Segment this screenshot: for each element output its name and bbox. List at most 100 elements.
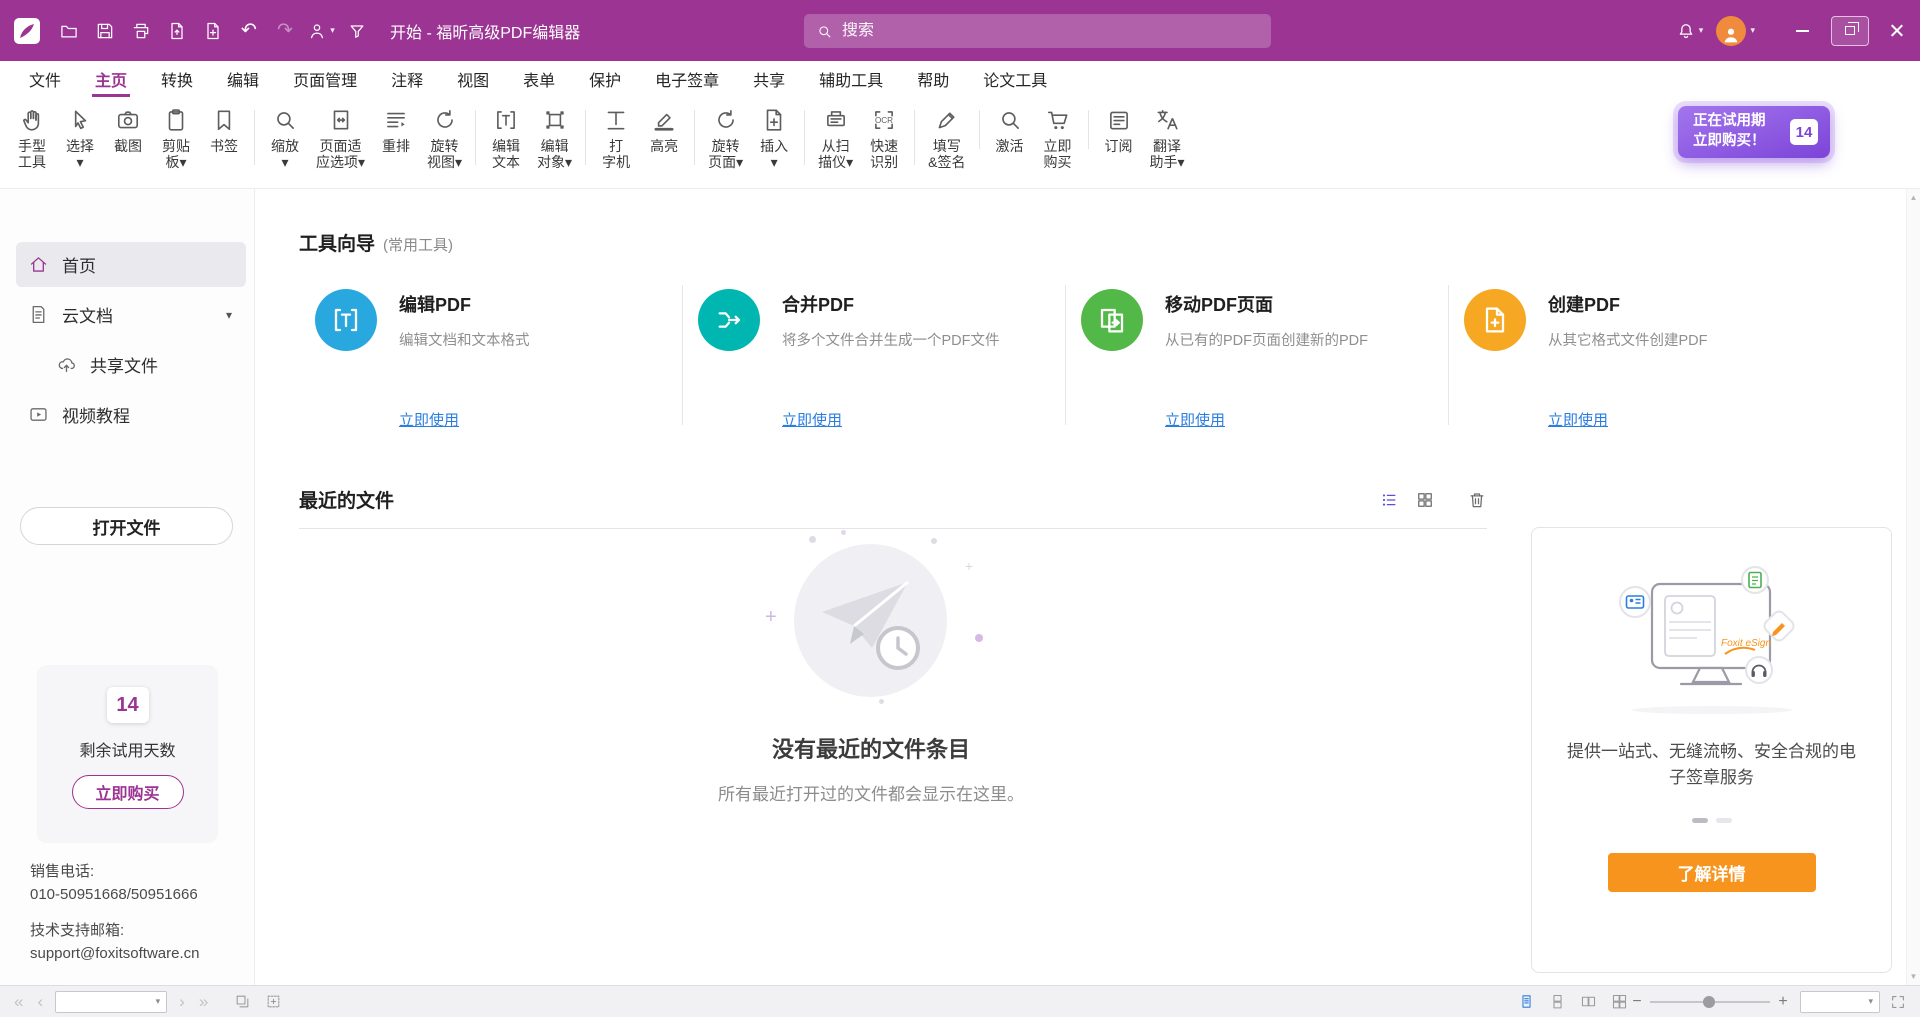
reflow-button[interactable]: 重排 bbox=[372, 104, 420, 157]
foxit-logo-icon[interactable] bbox=[12, 16, 42, 46]
menu-paper-tools[interactable]: 论文工具 bbox=[966, 61, 1064, 97]
create-pdf-icon[interactable] bbox=[196, 11, 230, 51]
zoom-button[interactable]: 缩放 ▾ bbox=[261, 104, 309, 173]
learn-more-button[interactable]: 了解详情 bbox=[1608, 853, 1816, 892]
redo-icon[interactable]: ↷ bbox=[268, 11, 302, 51]
zoom-slider[interactable] bbox=[1650, 992, 1770, 1012]
print-icon[interactable] bbox=[124, 11, 158, 51]
menu-page-manage[interactable]: 页面管理 bbox=[276, 61, 374, 97]
next-page-icon[interactable]: › bbox=[179, 993, 185, 1010]
snapshot-button[interactable]: 截图 bbox=[104, 104, 152, 157]
menu-edit[interactable]: 编辑 bbox=[210, 61, 276, 97]
fill-sign-button[interactable]: 填写 &签名 bbox=[921, 104, 972, 173]
chevron-down-icon[interactable]: ▾ bbox=[1750, 25, 1755, 36]
split-view-icon[interactable] bbox=[234, 993, 251, 1010]
menu-file[interactable]: 文件 bbox=[12, 61, 78, 97]
insert-button[interactable]: 插入 ▾ bbox=[750, 104, 798, 173]
subscribe-button[interactable]: 订阅 bbox=[1095, 104, 1143, 157]
menu-accessibility[interactable]: 辅助工具 bbox=[802, 61, 900, 97]
use-now-link[interactable]: 立即使用 bbox=[399, 409, 459, 430]
export-pdf-icon[interactable] bbox=[160, 11, 194, 51]
tool-card-edit-pdf[interactable]: 编辑PDF 编辑文档和文本格式 立即使用 bbox=[299, 285, 682, 437]
esign-protect-icon[interactable]: ▾ bbox=[304, 11, 338, 51]
continuous-view-icon[interactable] bbox=[1549, 993, 1566, 1010]
grid-view-icon[interactable] bbox=[1415, 490, 1435, 510]
search-box[interactable] bbox=[804, 14, 1271, 48]
edit-object-button[interactable]: 编辑 对象▾ bbox=[530, 104, 579, 173]
close-button[interactable] bbox=[1873, 0, 1920, 61]
open-file-button[interactable]: 打开文件 bbox=[20, 507, 233, 545]
use-now-link[interactable]: 立即使用 bbox=[782, 409, 842, 430]
restore-button[interactable] bbox=[1826, 0, 1873, 61]
menu-protect[interactable]: 保护 bbox=[572, 61, 638, 97]
filter-icon[interactable] bbox=[340, 11, 374, 51]
prev-page-icon[interactable]: ‹ bbox=[37, 993, 43, 1010]
page-number-input[interactable] bbox=[55, 991, 167, 1013]
menu-form[interactable]: 表单 bbox=[506, 61, 572, 97]
undo-icon[interactable]: ↶ bbox=[232, 11, 266, 51]
sidebar-item-video-tutorials[interactable]: 视频教程 bbox=[16, 392, 246, 437]
zoom-level-field[interactable] bbox=[1805, 994, 1866, 1009]
use-now-link[interactable]: 立即使用 bbox=[1548, 409, 1608, 430]
menu-view[interactable]: 视图 bbox=[440, 61, 506, 97]
chevron-down-icon[interactable] bbox=[154, 996, 163, 1007]
zoom-out-button[interactable] bbox=[1628, 993, 1646, 1011]
zoom-level-input[interactable] bbox=[1800, 991, 1880, 1013]
from-scanner-button[interactable]: 从扫 描仪▾ bbox=[811, 104, 860, 173]
minimize-button[interactable] bbox=[1779, 0, 1826, 61]
notifications-button[interactable]: ▾ bbox=[1672, 11, 1706, 51]
scroll-up-icon[interactable] bbox=[1910, 193, 1918, 202]
highlight-button[interactable]: 高亮 bbox=[640, 104, 688, 157]
fit-page-options-button[interactable]: 页面适 应选项▾ bbox=[309, 104, 372, 173]
menu-esign[interactable]: 电子签章 bbox=[638, 61, 736, 97]
search-input[interactable] bbox=[842, 22, 1259, 40]
typewriter-button[interactable]: 打 字机 bbox=[592, 104, 640, 173]
buy-now-button[interactable]: 立即购买 bbox=[72, 775, 184, 809]
buy-now-ribbon-button[interactable]: 立即 购买 bbox=[1034, 104, 1082, 173]
scroll-down-icon[interactable] bbox=[1910, 972, 1918, 981]
translate-assistant-button[interactable]: 翻译 助手▾ bbox=[1143, 104, 1192, 173]
last-page-icon[interactable]: » bbox=[199, 993, 208, 1010]
menu-share[interactable]: 共享 bbox=[736, 61, 802, 97]
menu-convert[interactable]: 转换 bbox=[144, 61, 210, 97]
select-button[interactable]: 选择 ▾ bbox=[56, 104, 104, 173]
single-page-view-icon[interactable] bbox=[1518, 993, 1535, 1010]
support-email-link[interactable]: support@foxitsoftware.cn bbox=[30, 943, 199, 966]
edit-text-button[interactable]: 编辑 文本 bbox=[482, 104, 530, 173]
fit-screen-icon[interactable] bbox=[1890, 994, 1906, 1010]
first-page-icon[interactable]: « bbox=[14, 993, 23, 1010]
zoom-in-button[interactable] bbox=[1774, 993, 1792, 1011]
list-view-icon[interactable] bbox=[1379, 490, 1399, 510]
clear-recent-icon[interactable] bbox=[1467, 490, 1487, 510]
sidebar-item-cloud-docs[interactable]: 云文档 bbox=[16, 292, 246, 337]
tool-card-move-pdf-pages[interactable]: 移动PDF页面 从已有的PDF页面创建新的PDF 立即使用 bbox=[1065, 285, 1448, 437]
carousel-dot[interactable] bbox=[1716, 818, 1732, 823]
quick-ocr-button[interactable]: 快速 识别 bbox=[860, 104, 908, 173]
menu-comment[interactable]: 注释 bbox=[374, 61, 440, 97]
avatar[interactable] bbox=[1716, 16, 1746, 46]
tool-card-create-pdf[interactable]: 创建PDF 从其它格式文件创建PDF 立即使用 bbox=[1448, 285, 1831, 437]
use-now-link[interactable]: 立即使用 bbox=[1165, 409, 1225, 430]
facing-view-icon[interactable] bbox=[1580, 993, 1597, 1010]
chevron-down-icon[interactable] bbox=[1866, 996, 1875, 1007]
bookmark-button[interactable]: 书签 bbox=[200, 104, 248, 157]
hand-tool-button[interactable]: 手型 工具 bbox=[8, 104, 56, 173]
menu-help[interactable]: 帮助 bbox=[900, 61, 966, 97]
save-icon[interactable] bbox=[88, 11, 122, 51]
menu-home[interactable]: 主页 bbox=[78, 61, 144, 97]
carousel-dot-active[interactable] bbox=[1692, 818, 1708, 823]
trial-buy-badge[interactable]: 正在试用期 立即购买！ 14 bbox=[1678, 106, 1830, 158]
facing-continuous-view-icon[interactable] bbox=[1611, 993, 1628, 1010]
sidebar-item-home[interactable]: 首页 bbox=[16, 242, 246, 287]
snapshot-tool-icon[interactable] bbox=[265, 993, 282, 1010]
page-number-field[interactable] bbox=[60, 994, 153, 1009]
clipboard-button[interactable]: 剪贴 板▾ bbox=[152, 104, 200, 173]
open-file-icon[interactable] bbox=[52, 11, 86, 51]
zoom-slider-thumb[interactable] bbox=[1703, 996, 1715, 1008]
tool-card-merge-pdf[interactable]: 合并PDF 将多个文件合并生成一个PDF文件 立即使用 bbox=[682, 285, 1065, 437]
activate-button[interactable]: 激活 bbox=[986, 104, 1034, 157]
rotate-view-button[interactable]: 旋转 视图▾ bbox=[420, 104, 469, 173]
sidebar-item-shared-files[interactable]: 共享文件 bbox=[16, 342, 246, 387]
scrollbar[interactable] bbox=[1906, 189, 1920, 985]
rotate-pages-button[interactable]: 旋转 页面▾ bbox=[701, 104, 750, 173]
